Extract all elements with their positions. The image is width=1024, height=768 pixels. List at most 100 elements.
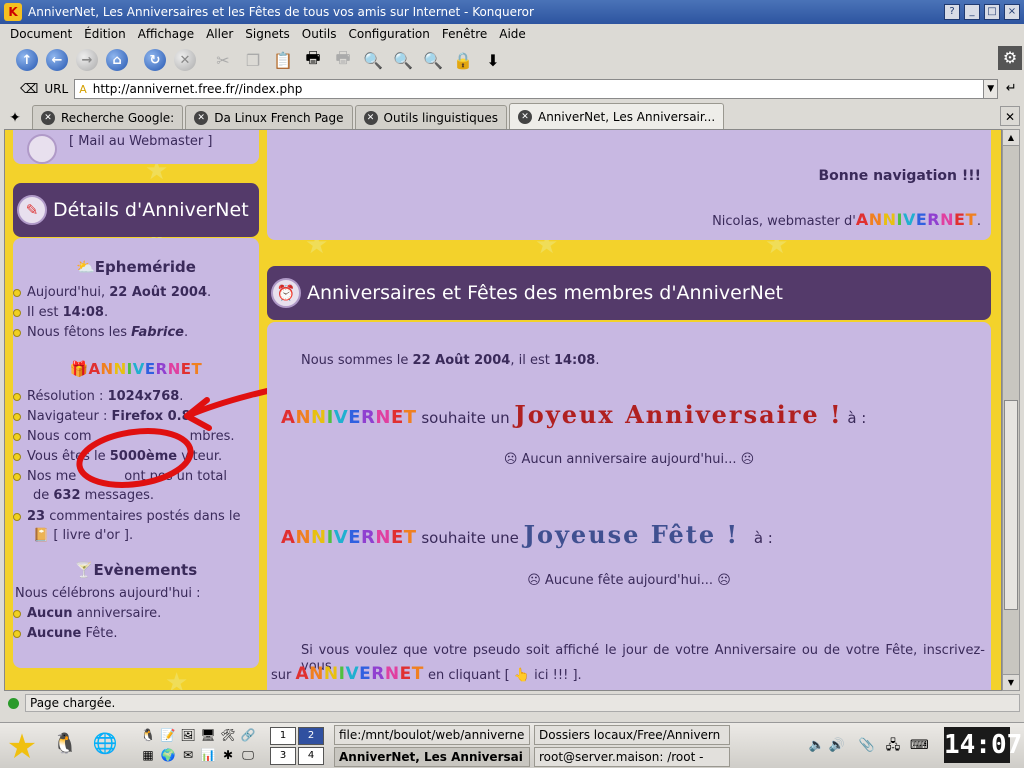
new-tab-icon[interactable]: ✦ — [4, 107, 26, 129]
lock-icon[interactable]: 🔒 — [450, 47, 476, 73]
paste-icon[interactable]: 📋 — [270, 47, 296, 73]
chart-icon[interactable]: 📊 — [200, 747, 216, 763]
details-header-text: Détails d'AnniverNet — [53, 199, 249, 221]
reload-icon[interactable]: ↻ — [142, 47, 168, 73]
desktop-1[interactable]: 1 — [270, 727, 296, 745]
scroll-thumb[interactable] — [1004, 400, 1018, 610]
window-title: AnniverNet, Les Anniversaires et les Fêt… — [28, 5, 534, 19]
url-dropdown-button[interactable]: ▼ — [984, 79, 999, 99]
tab-linuxfr[interactable]: ✕ Da Linux French Page — [185, 105, 353, 129]
vertical-scrollbar[interactable]: ▲ ▼ — [1002, 129, 1020, 691]
tools-icon[interactable]: 🛠 — [220, 727, 236, 743]
menu-edition[interactable]: Édition — [78, 27, 132, 41]
print-icon[interactable]: 🖶 — [300, 47, 326, 73]
sad-face-icon: ☹ — [717, 573, 731, 588]
sound-card-icon[interactable]: 🔈 — [808, 737, 826, 755]
forward-arrow-icon[interactable]: → — [74, 47, 100, 73]
tab-outils[interactable]: ✕ Outils linguistiques — [354, 105, 507, 129]
globe-icon[interactable]: 🌍 — [160, 747, 176, 763]
tux-icon[interactable]: 🐧 — [140, 727, 156, 743]
desktop-2[interactable]: 2 — [298, 727, 324, 745]
signature: Nicolas, webmaster d'ANNIVERNET. — [712, 210, 981, 229]
tab-close-icon[interactable]: ✕ — [41, 110, 55, 125]
home-icon[interactable]: ⌂ — [104, 47, 130, 73]
menu-outils[interactable]: Outils — [296, 27, 343, 41]
desktop-4[interactable]: 4 — [298, 747, 324, 765]
help-button[interactable]: ? — [944, 4, 960, 20]
task-terminal[interactable]: root@server.maison: /root - — [534, 747, 730, 767]
desktop-3[interactable]: 3 — [270, 747, 296, 765]
menu-bar: Document Édition Affichage Aller Signets… — [0, 24, 1024, 44]
clock[interactable]: 14:07 — [944, 727, 1022, 763]
task-folders[interactable]: Dossiers locaux/Free/Annivern — [534, 725, 730, 745]
penguin-icon[interactable]: 🐧 — [52, 733, 78, 761]
zoom-in-icon[interactable]: 🔍 — [360, 47, 386, 73]
close-button[interactable]: × — [1004, 4, 1020, 20]
network-icon[interactable]: 🔗 — [240, 727, 256, 743]
tab-google[interactable]: ✕ Recherche Google: — [32, 105, 184, 129]
birthday-wish: ANNIVERNET souhaite un Joyeux Anniversai… — [281, 400, 867, 429]
menu-affichage[interactable]: Affichage — [132, 27, 200, 41]
network-tray-icon[interactable]: 🖧 — [884, 737, 902, 755]
keyboard-icon[interactable]: ⌨ — [910, 737, 929, 755]
print-frame-icon[interactable]: 🖶 — [330, 47, 356, 73]
fete-wish: ANNIVERNET souhaite une Joyeuse Fête ! à… — [281, 520, 773, 549]
monitor-icon[interactable]: 🖵 — [240, 747, 256, 763]
calculator-icon[interactable]: ▦ — [140, 747, 156, 763]
zoom-out-icon[interactable]: 🔍 — [420, 47, 446, 73]
webmaster-link[interactable]: [ Mail au Webmaster ] — [69, 134, 212, 149]
tab-close-icon[interactable]: ✕ — [517, 109, 532, 124]
tab-label: Da Linux French Page — [214, 110, 344, 125]
guestbook-link[interactable]: 📔 [ livre d'or ]. — [33, 528, 133, 544]
minimize-button[interactable]: _ — [964, 4, 980, 20]
status-bar: Page chargée. — [0, 692, 1024, 714]
scroll-up-icon[interactable]: ▲ — [1003, 130, 1019, 146]
zoom-in-small-icon[interactable]: 🔍 — [390, 47, 416, 73]
menu-aide[interactable]: Aide — [493, 27, 532, 41]
volume-icon[interactable]: 🔊 — [828, 737, 846, 755]
image-icon[interactable]: 🖼 — [180, 727, 196, 743]
register-link[interactable]: ici !!! ]. — [534, 668, 581, 683]
date-item: Aujourd'hui, 22 Août 2004. — [13, 285, 211, 301]
back-arrow-icon[interactable]: ← — [44, 47, 70, 73]
konqueror-icon[interactable]: K — [4, 3, 22, 21]
scroll-down-icon[interactable]: ▼ — [1003, 674, 1019, 690]
close-tab-button[interactable]: ✕ — [1000, 106, 1020, 126]
konqueror-launcher-icon[interactable]: 🌐 — [92, 733, 118, 761]
url-input[interactable]: A http://annivernet.free.fr//index.php — [74, 79, 985, 99]
mail-icon — [27, 134, 57, 164]
k-menu-icon[interactable]: ★ — [4, 729, 40, 765]
clear-location-icon[interactable]: ⌫ — [20, 82, 38, 97]
gear-icon[interactable]: ⚙ — [998, 46, 1022, 70]
editor-icon[interactable]: 📝 — [160, 727, 176, 743]
tab-close-icon[interactable]: ✕ — [363, 110, 378, 125]
task-annivernet[interactable]: AnniverNet, Les Anniversai — [334, 747, 530, 767]
game-icon[interactable]: ✱ — [220, 747, 236, 763]
ephemeride-title: ⛅Epheméride — [76, 258, 196, 276]
title-bar[interactable]: K AnniverNet, Les Anniversaires et les F… — [0, 0, 1024, 24]
maximize-button[interactable]: □ — [984, 4, 1000, 20]
url-label: URL — [44, 82, 69, 96]
cocktail-icon: 🍸 — [74, 561, 94, 579]
menu-configuration[interactable]: Configuration — [342, 27, 435, 41]
weather-icon: ⛅ — [76, 258, 95, 276]
go-icon[interactable]: ↵ — [1002, 79, 1020, 99]
cut-icon[interactable]: ✂ — [210, 47, 236, 73]
tab-annivernet[interactable]: ✕ AnniverNet, Les Anniversair... — [508, 103, 725, 129]
stop-icon[interactable]: ✕ — [172, 47, 198, 73]
tab-close-icon[interactable]: ✕ — [194, 110, 209, 125]
task-file-manager[interactable]: file:/mnt/boulot/web/anniverne — [334, 725, 530, 745]
download-icon[interactable]: ⬇ — [480, 47, 506, 73]
up-arrow-icon[interactable]: ↑ — [14, 47, 40, 73]
bonne-navigation: Bonne navigation !!! — [818, 168, 981, 184]
details-icon: ✎ — [17, 195, 47, 225]
terminal-icon[interactable]: 🖥 — [200, 727, 216, 743]
menu-aller[interactable]: Aller — [200, 27, 239, 41]
menu-signets[interactable]: Signets — [239, 27, 296, 41]
clipboard-icon[interactable]: 📎 — [858, 737, 876, 755]
menu-fenetre[interactable]: Fenêtre — [436, 27, 493, 41]
mail-icon[interactable]: ✉ — [180, 747, 196, 763]
joyeux-anniversaire-banner: Joyeux Anniversaire ! — [514, 400, 843, 429]
copy-icon[interactable]: ❐ — [240, 47, 266, 73]
menu-document[interactable]: Document — [4, 27, 78, 41]
